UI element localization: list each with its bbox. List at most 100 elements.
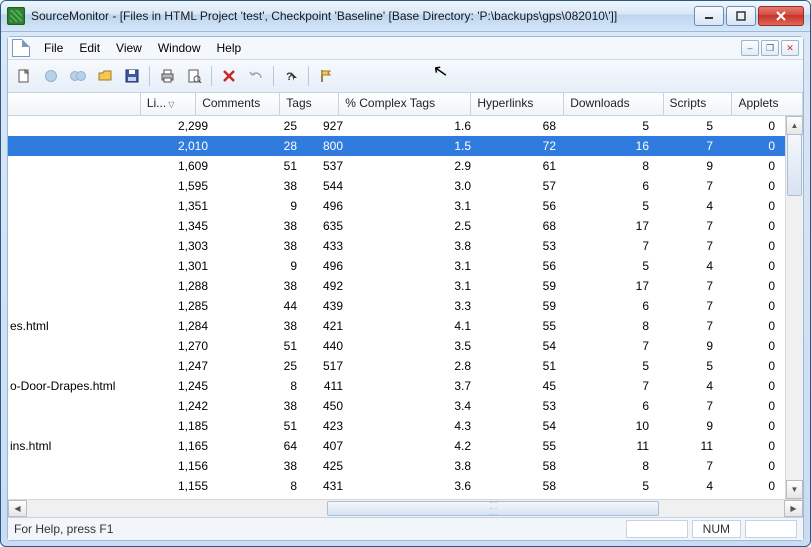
document-icon[interactable] — [12, 39, 30, 57]
table-row[interactable]: 1,247255172.851550 — [8, 356, 803, 376]
cell: 72 — [489, 139, 574, 153]
mdi-minimize-button[interactable]: ‒ — [741, 40, 759, 56]
new-doc-button[interactable] — [12, 64, 36, 88]
table-row[interactable]: 1,185514234.3541090 — [8, 416, 803, 436]
table-row[interactable]: o-Door-Drapes.html1,24584113.745740 — [8, 376, 803, 396]
cell: 4 — [667, 479, 727, 493]
menu-file[interactable]: File — [36, 39, 71, 57]
cell: 0 — [727, 459, 789, 473]
table-row[interactable]: 1,303384333.853770 — [8, 236, 803, 256]
table-row[interactable]: ins.html1,165644074.25511110 — [8, 436, 803, 456]
col-applets[interactable]: Applets — [732, 93, 803, 115]
menu-edit[interactable]: Edit — [71, 39, 108, 57]
cell: 1,351 — [163, 199, 216, 213]
table-row[interactable]: 1,270514403.554790 — [8, 336, 803, 356]
col-scripts[interactable]: Scripts — [664, 93, 733, 115]
cell: 53 — [489, 239, 574, 253]
scroll-down-button[interactable]: ▼ — [786, 480, 803, 499]
minimize-button[interactable] — [694, 6, 724, 26]
table-row[interactable]: es.html1,284384214.155870 — [8, 316, 803, 336]
table-row[interactable]: 1,35194963.156540 — [8, 196, 803, 216]
table-row[interactable]: 1,30194963.156540 — [8, 256, 803, 276]
cell: 4 — [667, 259, 727, 273]
undo-button[interactable] — [244, 64, 268, 88]
toolbar-separator — [273, 66, 274, 86]
minimize-icon — [704, 11, 714, 21]
scroll-track-h[interactable] — [27, 501, 784, 516]
table-row[interactable]: 2,010288001.5721670 — [8, 136, 803, 156]
table-row[interactable]: 2,299259271.668550 — [8, 116, 803, 136]
cell: 3.8 — [355, 239, 489, 253]
cell: 440 — [305, 339, 355, 353]
cell: 0 — [727, 199, 789, 213]
cell: 6 — [574, 299, 667, 313]
globes-button[interactable] — [66, 64, 90, 88]
table-row[interactable]: 1,285444393.359670 — [8, 296, 803, 316]
cell: 423 — [305, 419, 355, 433]
cell: 1,609 — [163, 159, 216, 173]
table-row[interactable]: 1,15584313.658540 — [8, 476, 803, 496]
open-button[interactable] — [93, 64, 117, 88]
cell: 5 — [574, 119, 667, 133]
cell: 7 — [667, 139, 727, 153]
titlebar[interactable]: SourceMonitor - [Files in HTML Project '… — [1, 1, 810, 32]
col-downloads[interactable]: Downloads — [564, 93, 663, 115]
cell: 2.5 — [355, 219, 489, 233]
col-complex-tags[interactable]: % Complex Tags — [339, 93, 471, 115]
col-comments[interactable]: Comments — [196, 93, 280, 115]
cell: 55 — [489, 319, 574, 333]
cell: 5 — [667, 359, 727, 373]
table-body[interactable]: 2,299259271.6685502,010288001.57216701,6… — [8, 116, 803, 499]
cell: 0 — [727, 359, 789, 373]
maximize-button[interactable] — [726, 6, 756, 26]
cell: 56 — [489, 259, 574, 273]
mdi-restore-button[interactable]: ❐ — [761, 40, 779, 56]
cell: 635 — [305, 219, 355, 233]
maximize-icon — [736, 11, 746, 21]
cell: 11 — [667, 439, 727, 453]
cell: 38 — [216, 219, 305, 233]
delete-button[interactable] — [217, 64, 241, 88]
menu-view[interactable]: View — [108, 39, 150, 57]
cell: 800 — [305, 139, 355, 153]
vertical-scrollbar[interactable]: ▲ ▼ — [785, 116, 803, 499]
globe-button[interactable] — [39, 64, 63, 88]
cell: 8 — [216, 379, 305, 393]
table-row[interactable]: 1,609515372.961890 — [8, 156, 803, 176]
flag-button[interactable] — [314, 64, 338, 88]
scroll-up-button[interactable]: ▲ — [786, 116, 803, 135]
scroll-thumb[interactable] — [787, 134, 802, 196]
scroll-left-button[interactable]: ◀ — [8, 500, 27, 517]
table-row[interactable]: 1,242384503.453670 — [8, 396, 803, 416]
help-button[interactable]: ? — [279, 64, 303, 88]
col-hyperlinks[interactable]: Hyperlinks — [471, 93, 564, 115]
status-cell-empty — [626, 520, 688, 538]
table-row[interactable]: 1,288384923.1591770 — [8, 276, 803, 296]
col-file[interactable] — [8, 93, 141, 115]
cell: 5 — [574, 359, 667, 373]
cell: 1,156 — [163, 459, 216, 473]
scroll-right-button[interactable]: ▶ — [784, 500, 803, 517]
cell: 7 — [574, 339, 667, 353]
cell: 7 — [574, 379, 667, 393]
table-row[interactable]: 1,595385443.057670 — [8, 176, 803, 196]
save-button[interactable] — [120, 64, 144, 88]
close-button[interactable] — [758, 6, 804, 26]
cell: 4.1 — [355, 319, 489, 333]
horizontal-scrollbar[interactable]: ◀ ▶ — [8, 499, 803, 517]
menu-help[interactable]: Help — [209, 39, 250, 57]
table-row[interactable]: 1,345386352.5681770 — [8, 216, 803, 236]
cell: 7 — [667, 459, 727, 473]
col-tags[interactable]: Tags — [280, 93, 339, 115]
menu-window[interactable]: Window — [150, 39, 209, 57]
print-button[interactable] — [155, 64, 179, 88]
scroll-thumb-h[interactable] — [327, 501, 659, 516]
cell: 4 — [667, 379, 727, 393]
print-preview-button[interactable] — [182, 64, 206, 88]
col-lines[interactable]: Li...▽ — [141, 93, 196, 115]
mdi-close-button[interactable]: ✕ — [781, 40, 799, 56]
table-row[interactable]: 1,156384253.858870 — [8, 456, 803, 476]
scroll-track[interactable] — [786, 134, 803, 481]
cell: 6 — [574, 179, 667, 193]
cell: 9 — [216, 199, 305, 213]
